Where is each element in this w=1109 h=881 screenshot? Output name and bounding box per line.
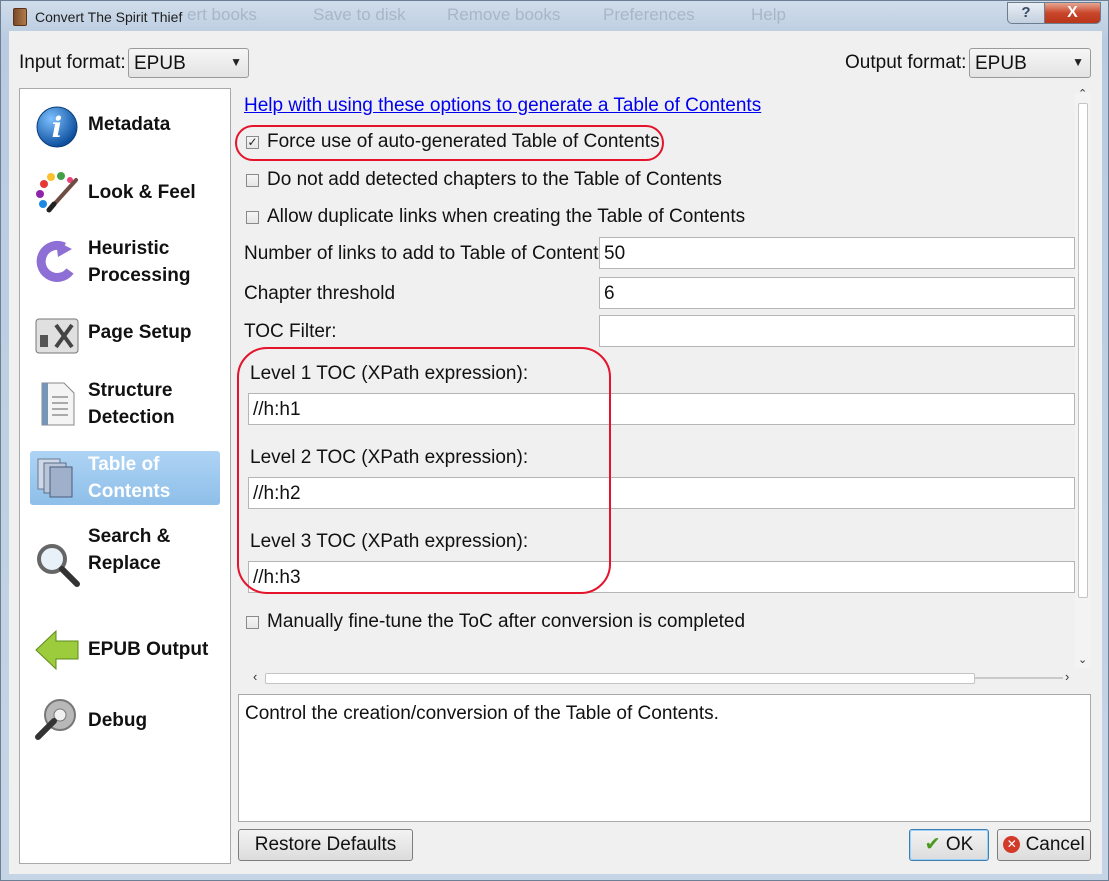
scroll-down-icon[interactable]: ⌄ xyxy=(1078,653,1087,666)
cancel-x-icon: ✕ xyxy=(1003,836,1021,853)
force-auto-toc-checkbox[interactable]: ✓ xyxy=(246,136,259,149)
vertical-scroll-thumb[interactable] xyxy=(1078,103,1088,598)
sidebar-item-label: Search & Replace xyxy=(88,526,171,574)
horizontal-scroll-thumb[interactable] xyxy=(265,673,975,684)
restore-defaults-button[interactable]: Restore Defaults xyxy=(238,829,413,861)
book-app-icon xyxy=(13,8,27,26)
chapter-threshold-label: Chapter threshold xyxy=(244,283,396,304)
options-sidebar: i Metadata Look & Feel Heuristic Process… xyxy=(19,88,231,864)
sidebar-item-label: EPUB Output xyxy=(88,639,209,660)
sidebar-item-table-of-contents[interactable]: Table of Contents xyxy=(30,451,220,505)
toc-pages-icon xyxy=(37,458,73,498)
sidebar-item-page-setup[interactable]: Page Setup xyxy=(30,307,220,363)
sidebar-item-structure-detection[interactable]: Structure Detection xyxy=(30,373,220,439)
level1-toc-input[interactable]: //h:h1 xyxy=(248,393,1075,425)
manual-fine-tune-label: Manually fine-tune the ToC after convers… xyxy=(267,611,746,632)
page-setup-tools-icon xyxy=(35,318,79,354)
palette-icon xyxy=(36,172,78,213)
level3-toc-input[interactable]: //h:h3 xyxy=(248,561,1075,593)
sidebar-item-metadata[interactable]: i Metadata xyxy=(30,97,220,157)
convert-dialog-window: ert books Save to disk Remove books Pref… xyxy=(0,0,1109,881)
background-menu-item: Preferences xyxy=(603,5,695,24)
background-menu-item: Save to disk xyxy=(313,5,406,24)
cancel-button-label: Cancel xyxy=(1025,834,1085,855)
chevron-down-icon: ▼ xyxy=(1072,55,1084,69)
no-detected-chapters-label: Do not add detected chapters to the Tabl… xyxy=(267,169,722,190)
content-horizontal-scrollbar[interactable]: ‹ › xyxy=(253,669,1071,686)
scroll-up-icon[interactable]: ⌃ xyxy=(1078,87,1087,100)
help-button[interactable]: ? xyxy=(1007,2,1045,24)
info-icon: i xyxy=(36,106,78,148)
output-format-value: EPUB xyxy=(975,53,1027,74)
input-format-select[interactable]: EPUB ▼ xyxy=(128,48,249,78)
level3-toc-label: Level 3 TOC (XPath expression): xyxy=(250,531,529,552)
allow-duplicates-checkbox[interactable] xyxy=(246,211,259,224)
sidebar-item-label: Metadata xyxy=(88,114,171,135)
input-format-label: Input format: xyxy=(19,52,126,73)
close-button[interactable]: X xyxy=(1044,2,1101,24)
title-bar: ert books Save to disk Remove books Pref… xyxy=(1,1,1109,31)
force-auto-toc-label: Force use of auto-generated Table of Con… xyxy=(267,131,660,152)
ok-button-label: OK xyxy=(945,834,974,855)
sidebar-item-label: Structure Detection xyxy=(88,380,175,428)
level2-toc-label: Level 2 TOC (XPath expression): xyxy=(250,447,529,468)
ok-button[interactable]: ✔ OK xyxy=(909,829,989,861)
horizontal-scroll-track xyxy=(975,677,1063,679)
heuristic-arrow-icon xyxy=(36,240,74,282)
back-arrow-icon xyxy=(35,629,79,671)
sidebar-item-heuristic-processing[interactable]: Heuristic Processing xyxy=(30,231,220,297)
allow-duplicates-label: Allow duplicate links when creating the … xyxy=(267,206,746,227)
level1-toc-label: Level 1 TOC (XPath expression): xyxy=(250,363,529,384)
document-icon xyxy=(41,382,75,426)
toc-filter-input[interactable] xyxy=(599,315,1075,347)
svg-text:i: i xyxy=(52,111,63,144)
sidebar-item-search-and-replace[interactable]: Search & Replace xyxy=(30,523,220,607)
checkmark-icon: ✔ xyxy=(924,834,941,855)
output-format-label: Output format: xyxy=(845,52,967,73)
num-links-label: Number of links to add to Table of Conte… xyxy=(244,243,609,264)
debug-gear-icon xyxy=(35,699,76,740)
toc-help-link[interactable]: Help with using these options to generat… xyxy=(244,95,761,117)
sidebar-item-look-and-feel[interactable]: Look & Feel xyxy=(30,165,220,225)
num-links-spinbox[interactable]: 50 xyxy=(599,237,1075,269)
background-menu-item: Help xyxy=(751,5,786,24)
help-description-box: Control the creation/conversion of the T… xyxy=(238,694,1091,822)
level2-toc-input[interactable]: //h:h2 xyxy=(248,477,1075,509)
cancel-button[interactable]: ✕ Cancel xyxy=(997,829,1091,861)
toc-filter-label: TOC Filter: xyxy=(244,321,337,342)
window-title: Convert The Spirit Thief xyxy=(35,9,183,25)
content-vertical-scrollbar[interactable]: ⌃ ⌄ xyxy=(1075,88,1091,668)
input-format-value: EPUB xyxy=(134,53,186,74)
sidebar-item-label: Table of Contents xyxy=(88,454,171,502)
manual-fine-tune-checkbox[interactable] xyxy=(246,616,259,629)
magnifier-icon xyxy=(37,544,80,587)
sidebar-item-label: Page Setup xyxy=(88,322,192,343)
scroll-left-icon[interactable]: ‹ xyxy=(253,669,257,684)
sidebar-item-epub-output[interactable]: EPUB Output xyxy=(30,623,220,679)
background-menu-item: ert books xyxy=(187,5,257,24)
sidebar-item-debug[interactable]: Debug xyxy=(30,693,220,749)
chevron-down-icon: ▼ xyxy=(230,55,242,69)
scroll-right-icon[interactable]: › xyxy=(1065,669,1069,684)
sidebar-item-label: Debug xyxy=(88,710,148,731)
dialog-client-area: Input format: EPUB ▼ Output format: EPUB… xyxy=(9,31,1102,874)
output-format-select[interactable]: EPUB ▼ xyxy=(969,48,1091,78)
no-detected-chapters-checkbox[interactable] xyxy=(246,174,259,187)
background-menu-item: Remove books xyxy=(447,5,561,24)
sidebar-item-label: Look & Feel xyxy=(88,182,196,203)
chapter-threshold-spinbox[interactable]: 6 xyxy=(599,277,1075,309)
sidebar-item-label: Heuristic Processing xyxy=(88,238,191,286)
